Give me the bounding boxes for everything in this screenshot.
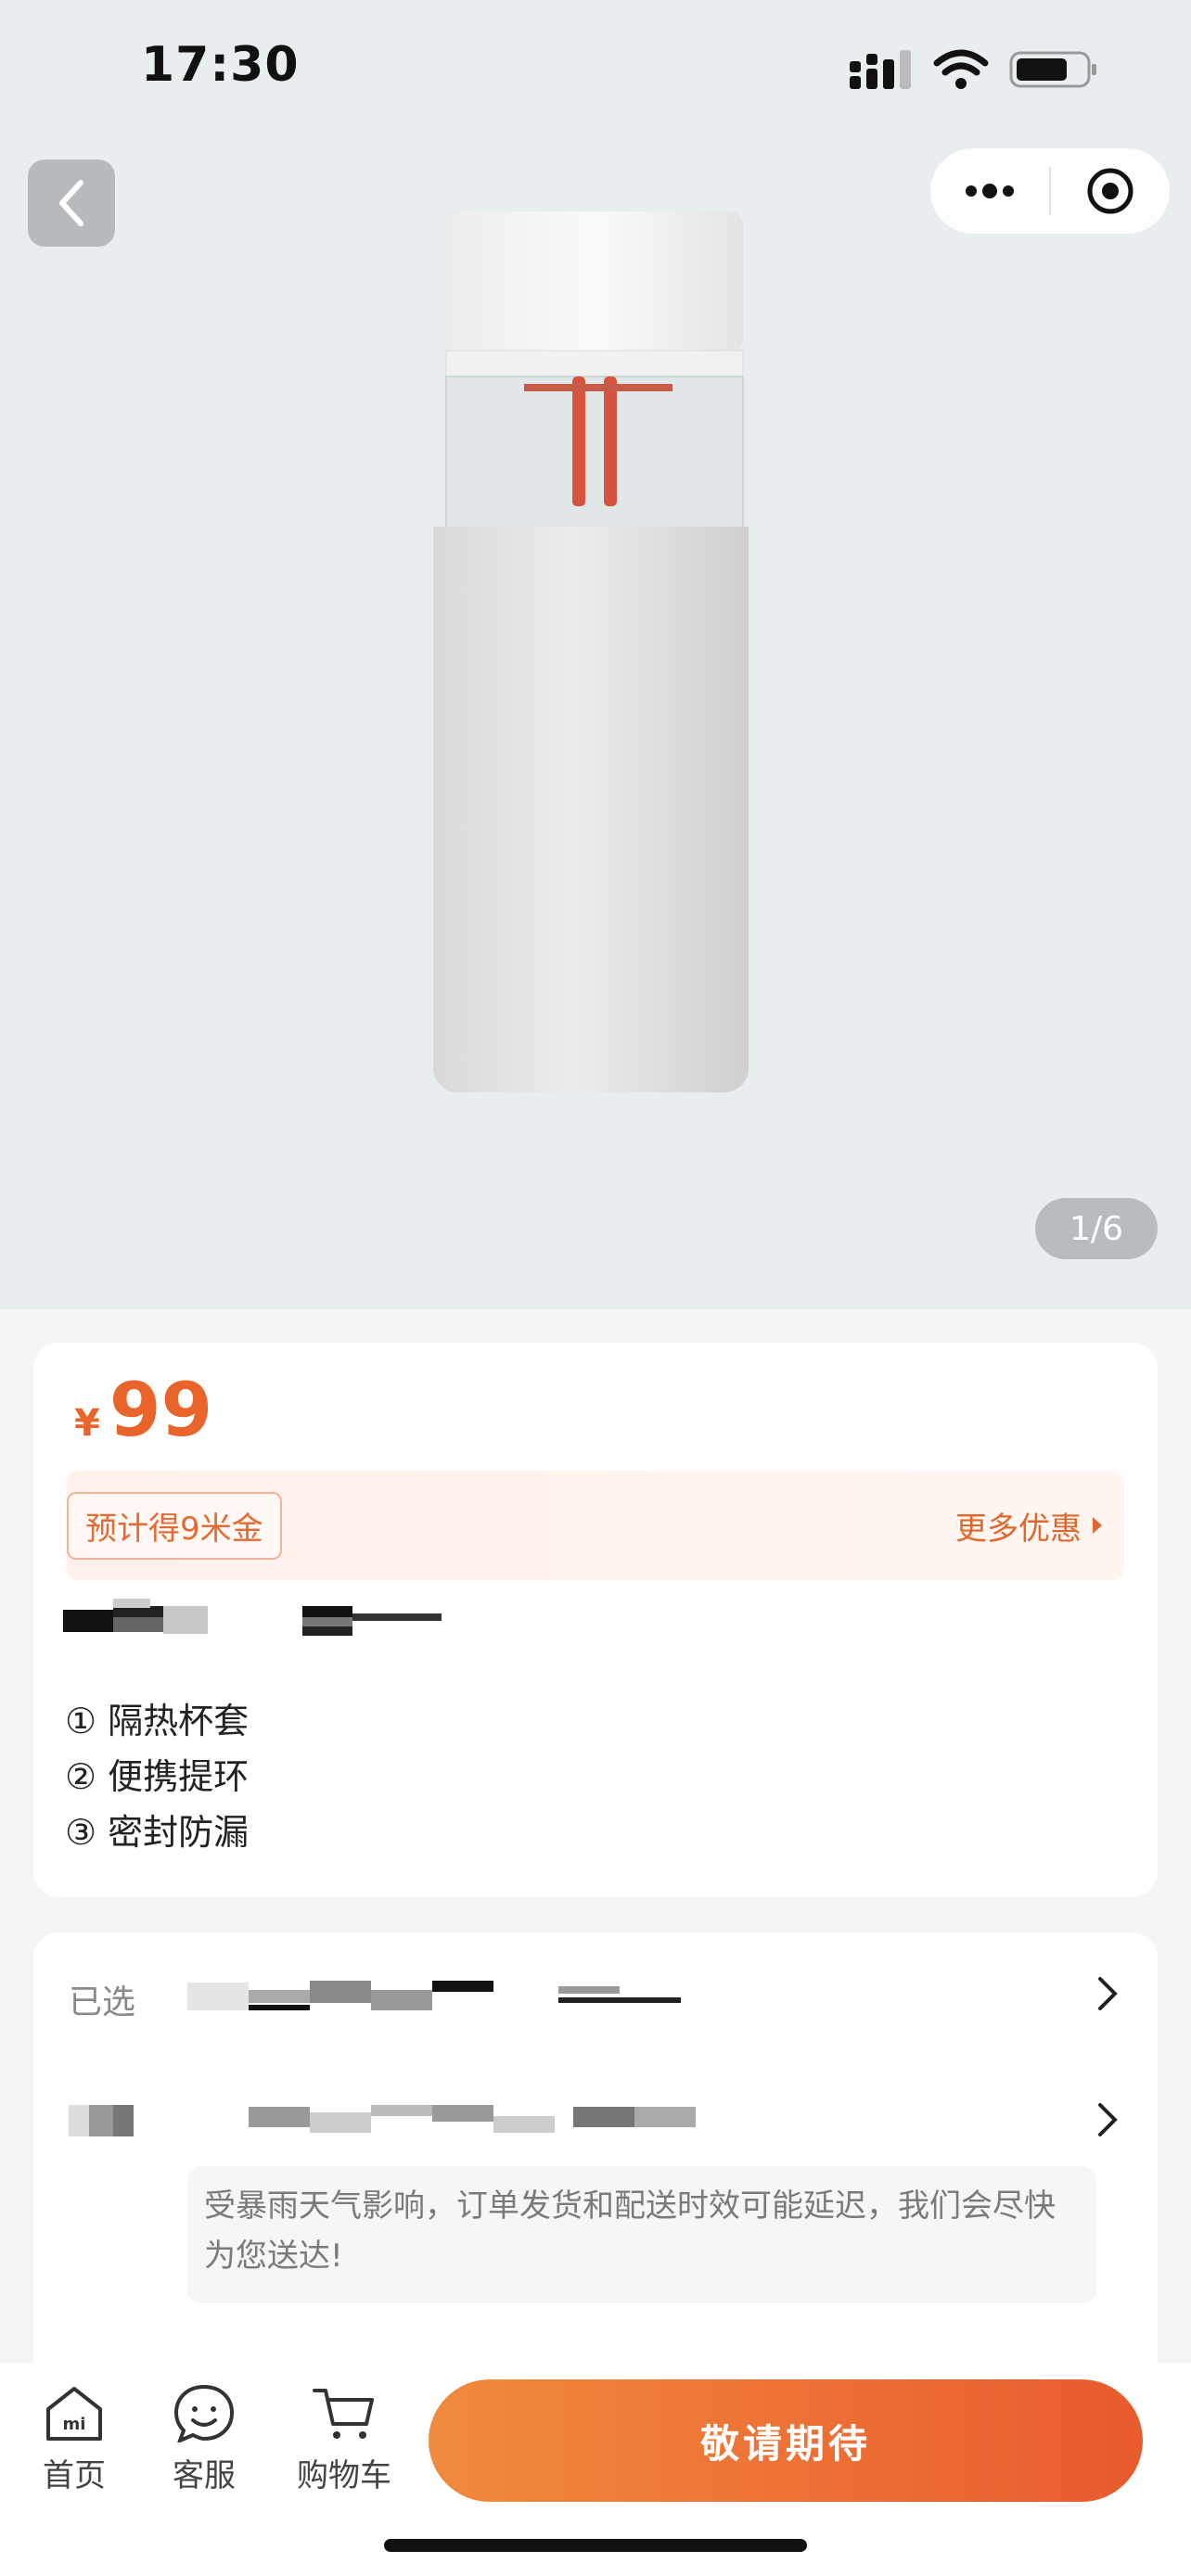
product-gallery[interactable]: 17:30 1/6: [0, 0, 1191, 1309]
status-time: 17:30: [141, 37, 300, 93]
more-button[interactable]: [930, 148, 1049, 234]
status-bar: 17:30: [0, 0, 1191, 139]
options-card: 已选 受暴雨天气影响，订单发货和配送时效可能延迟，我们会尽快为您送达!: [33, 1932, 1158, 2415]
feature-list: ① 隔热杯套 ② 便携提环 ③ 密封防漏: [65, 1693, 249, 1860]
home-icon: mi: [46, 2387, 102, 2441]
more-offers-link[interactable]: 更多优惠: [955, 1503, 1104, 1549]
selected-label: 已选: [69, 1983, 136, 2021]
chevron-right-icon[interactable]: [1093, 2101, 1121, 2138]
image-counter: 1/6: [1035, 1198, 1158, 1259]
feature-item: ② 便携提环: [65, 1756, 250, 1797]
price-amount: 99: [109, 1367, 213, 1453]
home-indicator: [384, 2539, 807, 2552]
status-icons: [850, 48, 1098, 91]
chevron-left-icon: [59, 180, 83, 226]
tab-cart-label: 购物车: [297, 2457, 391, 2494]
product-image: [433, 211, 749, 1092]
mi-coin-tag: 预计得9米金: [67, 1491, 282, 1560]
cart-icon: [313, 2389, 374, 2439]
more-dots-icon: [966, 184, 1014, 198]
close-miniapp-button[interactable]: [1051, 148, 1170, 234]
svg-text:mi: mi: [63, 2415, 86, 2434]
back-button[interactable]: [28, 159, 115, 247]
feature-item: ① 隔热杯套: [65, 1701, 250, 1741]
promo-banner[interactable]: 预计得9米金 更多优惠: [67, 1471, 1124, 1580]
currency-symbol: ¥: [74, 1402, 100, 1445]
weather-delay-notice: 受暴雨天气影响，订单发货和配送时效可能延迟，我们会尽快为您送达!: [187, 2166, 1096, 2303]
tab-service[interactable]: 客服: [171, 2383, 237, 2495]
coming-soon-button[interactable]: 敬请期待: [429, 2379, 1143, 2502]
feature-item: ③ 密封防漏: [65, 1812, 250, 1853]
price: ¥ 99: [74, 1367, 212, 1453]
more-offers-label: 更多优惠: [955, 1510, 1082, 1548]
battery-icon: [1009, 51, 1096, 88]
wifi-icon: [933, 49, 989, 89]
caret-right-icon: [1093, 1517, 1102, 1534]
target-icon: [1087, 168, 1133, 214]
signal-icon: [850, 50, 911, 89]
miniapp-capsule: [930, 148, 1170, 234]
bottom-bar: mi 首页 客服 购物车 敬请期待: [0, 2363, 1191, 2576]
tab-home-label: 首页: [43, 2457, 106, 2494]
tab-home[interactable]: mi 首页: [41, 2383, 108, 2495]
chat-smile-icon: [173, 2384, 235, 2442]
tab-service-label: 客服: [173, 2457, 236, 2494]
chevron-right-icon[interactable]: [1093, 1975, 1121, 2012]
price-card: ¥ 99 预计得9米金 更多优惠 ① 隔热杯套 ② 便携提环 ③ 密封防漏: [33, 1343, 1158, 1897]
tab-cart[interactable]: 购物车: [297, 2383, 391, 2495]
